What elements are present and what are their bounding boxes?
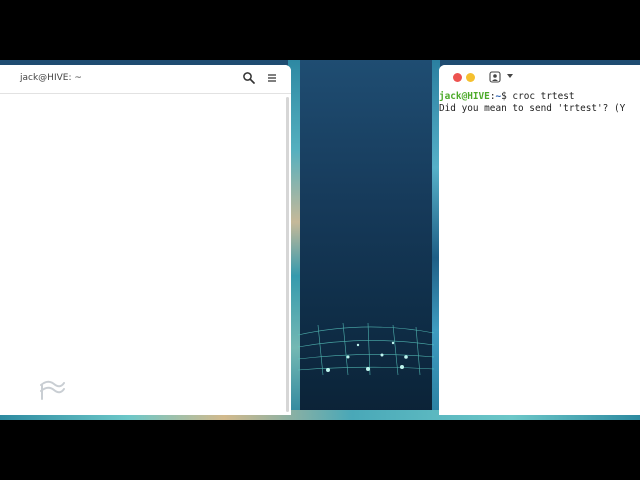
search-icon[interactable]	[242, 71, 256, 85]
chevron-down-icon[interactable]	[507, 74, 513, 78]
command-text: croc trtest	[512, 91, 575, 102]
window-title: jack@HIVE: ~	[20, 73, 82, 83]
scrollbar[interactable]	[286, 97, 289, 412]
close-button[interactable]	[453, 73, 462, 82]
prompt-user: jack@HIVE	[439, 91, 490, 102]
prompt-end: $	[501, 91, 513, 102]
person-icon[interactable]	[489, 71, 501, 83]
terminal-window[interactable]: jack@HIVE:~$ croc trtest Did you mean to …	[439, 65, 640, 415]
terminal-header[interactable]	[439, 65, 640, 89]
window-content	[0, 94, 291, 415]
app-logo-icon	[40, 380, 65, 400]
minimize-button[interactable]	[466, 73, 475, 82]
terminal-output[interactable]: jack@HIVE:~$ croc trtest Did you mean to …	[439, 91, 640, 115]
hamburger-menu-icon[interactable]	[265, 71, 279, 85]
desktop: jack@HIVE: ~ jack@HIVE:~$ croc trtest Di…	[0, 60, 640, 420]
output-line: Did you mean to send 'trtest'? (Y	[439, 103, 626, 114]
wallpaper-mesh	[298, 322, 434, 376]
window-header[interactable]: jack@HIVE: ~	[0, 65, 291, 94]
file-manager-window[interactable]: jack@HIVE: ~	[0, 65, 291, 415]
command-line: jack@HIVE:~$ croc trtest	[439, 91, 640, 103]
